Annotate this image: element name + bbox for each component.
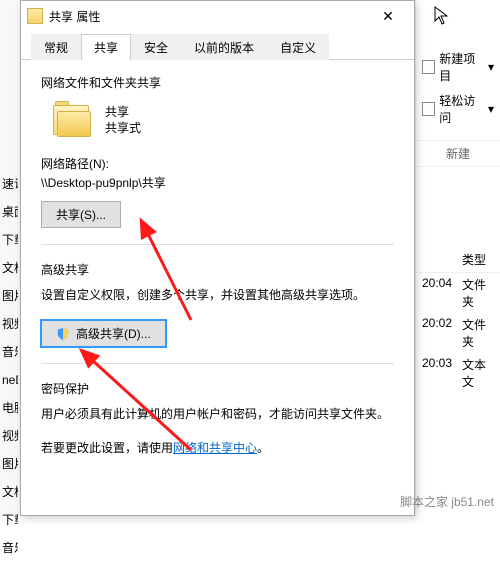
file-row[interactable]: 20:04文件夹 <box>416 273 500 313</box>
network-path-label: 网络路径(N): <box>41 155 394 172</box>
shield-icon <box>56 327 70 341</box>
tab-general[interactable]: 常规 <box>31 34 81 60</box>
folder-text: 共享 共享式 <box>105 104 141 136</box>
folder-info-row: 共享 共享式 <box>51 99 394 141</box>
watermark: 脚本之家 jb51.net <box>400 493 494 510</box>
network-path-value: \\Desktop-pu9pnlp\共享 <box>41 174 394 191</box>
ribbon-group-label: 新建 <box>416 140 500 167</box>
ribbon-label: 轻松访问 <box>439 92 484 126</box>
new-item-icon <box>422 60 435 74</box>
dialog-titlebar[interactable]: 共享 属性 ✕ <box>21 1 414 31</box>
share-button[interactable]: 共享(S)... <box>41 201 121 228</box>
explorer-right-panel: 新建项目▾ 轻松访问▾ 新建 类型 20:04文件夹 20:02文件夹 20:0… <box>415 0 500 516</box>
divider <box>41 244 394 245</box>
tab-previous-versions[interactable]: 以前的版本 <box>181 34 267 60</box>
explorer-sidebar-peek: 速访桌面下载 文档图片视频 音乐neD电脑 视频图片文档 下载音乐 <box>0 170 18 562</box>
ribbon-new-item[interactable]: 新建项目▾ <box>416 46 500 88</box>
properties-dialog: 共享 属性 ✕ 常规 共享 安全 以前的版本 自定义 网络文件和文件夹共享 共享… <box>20 0 415 516</box>
folder-large-icon <box>51 99 93 141</box>
tab-sharing[interactable]: 共享 <box>81 34 131 60</box>
ribbon-label: 新建项目 <box>439 50 484 84</box>
easy-access-icon <box>422 102 435 116</box>
section-password-title: 密码保护 <box>41 380 394 397</box>
file-header: 类型 <box>416 247 500 273</box>
advanced-sharing-button[interactable]: 高级共享(D)... <box>41 320 166 347</box>
close-button[interactable]: ✕ <box>368 2 408 30</box>
dialog-title: 共享 属性 <box>49 8 368 25</box>
ribbon-easy-access[interactable]: 轻松访问▾ <box>416 88 500 130</box>
section-advanced-title: 高级共享 <box>41 261 394 278</box>
divider <box>41 363 394 364</box>
network-sharing-center-link[interactable]: 网络和共享中心 <box>173 441 257 455</box>
tab-security[interactable]: 安全 <box>131 34 181 60</box>
folder-icon <box>27 8 43 24</box>
tab-customize[interactable]: 自定义 <box>267 34 329 60</box>
advanced-desc: 设置自定义权限，创建多个共享，并设置其他高级共享选项。 <box>41 286 394 304</box>
file-row[interactable]: 20:03文本文 <box>416 353 500 393</box>
file-row[interactable]: 20:02文件夹 <box>416 313 500 353</box>
section-fileshare-title: 网络文件和文件夹共享 <box>41 74 394 91</box>
tab-strip: 常规 共享 安全 以前的版本 自定义 <box>21 33 414 60</box>
password-desc2: 若要更改此设置，请使用网络和共享中心。 <box>41 439 394 457</box>
sharing-pane: 网络文件和文件夹共享 共享 共享式 网络路径(N): \\Desktop-pu9… <box>21 60 414 483</box>
folder-status: 共享式 <box>105 120 141 136</box>
folder-name: 共享 <box>105 104 141 120</box>
password-desc1: 用户必须具有此计算机的用户帐户和密码，才能访问共享文件夹。 <box>41 405 394 423</box>
